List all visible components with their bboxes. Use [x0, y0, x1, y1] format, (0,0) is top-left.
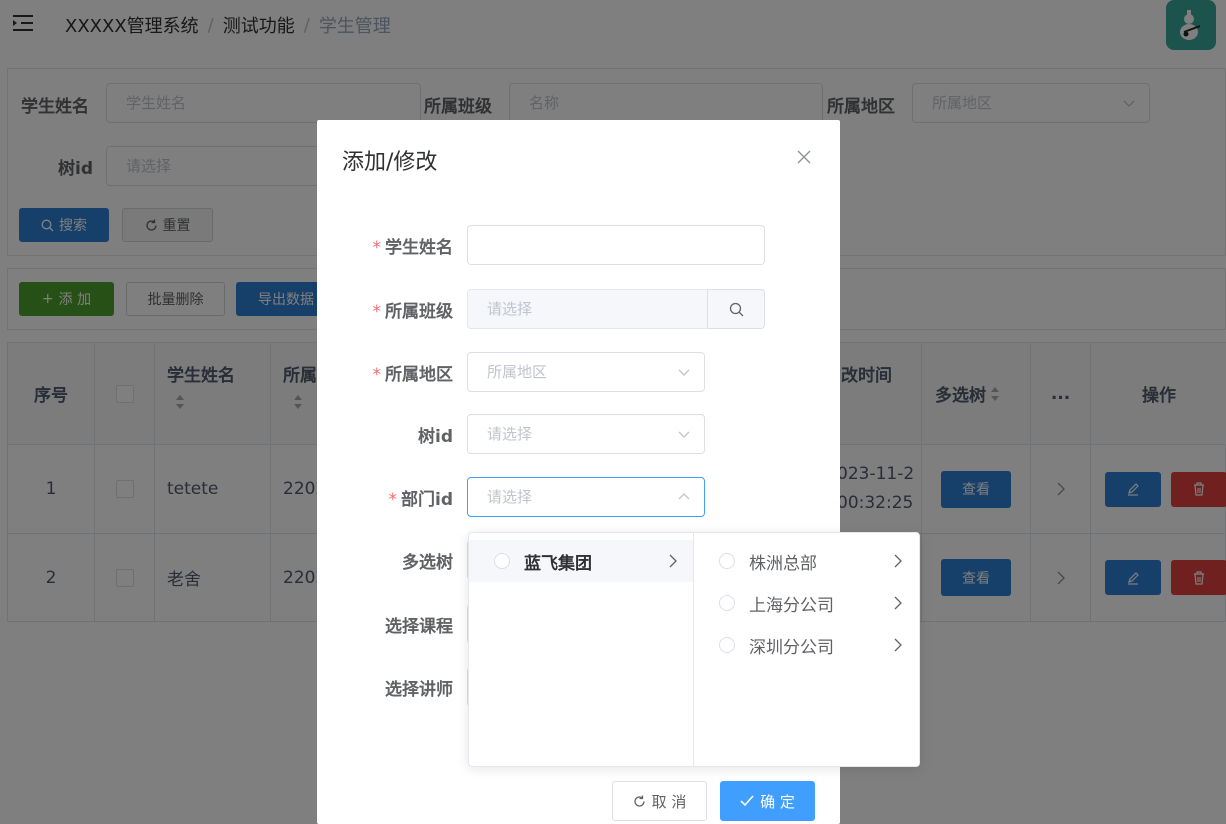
cascader-node-label: 深圳分公司 [749, 637, 834, 658]
cascader-node-zhuzhou-hq[interactable]: 株洲总部 [694, 540, 919, 582]
cascader-radio[interactable] [719, 553, 735, 569]
student-name-field-label: * 学生姓名 [317, 233, 454, 258]
cascader-radio[interactable] [719, 637, 735, 653]
cancel-button-label: 取 消 [651, 792, 687, 811]
region-field-label: * 所属地区 [317, 360, 454, 385]
chevron-right-icon [894, 554, 902, 568]
search-icon [729, 302, 743, 316]
course-field-label: 选择课程 [385, 617, 453, 637]
class-field-text: 所属班级 [385, 302, 453, 322]
chevron-down-icon [678, 431, 690, 438]
tree-id-field-label: 树id [418, 427, 453, 447]
cascader-node-label: 蓝飞集团 [524, 553, 592, 574]
student-name-field-text: 学生姓名 [385, 238, 453, 258]
tree-id-field-select[interactable]: 请选择 [467, 414, 705, 454]
confirm-button[interactable]: 确 定 [720, 781, 815, 821]
cascader-radio[interactable] [719, 595, 735, 611]
confirm-button-label: 确 定 [760, 792, 795, 811]
dialog-title: 添加/修改 [342, 150, 438, 175]
chevron-right-icon [894, 596, 902, 610]
cascader-node-shenzhen-branch[interactable]: 深圳分公司 [694, 624, 919, 666]
dept-cascader-panel: 蓝飞集团 株洲总部 上海分公司 深圳分公司 [468, 532, 920, 767]
required-mark: * [388, 490, 398, 510]
cancel-button[interactable]: 取 消 [612, 781, 707, 821]
cascader-node-shanghai-branch[interactable]: 上海分公司 [694, 582, 919, 624]
tree-id-field-placeholder: 请选择 [487, 425, 533, 443]
cascader-menu-level-1: 蓝飞集团 [469, 533, 694, 766]
dept-id-field-text: 部门id [401, 490, 453, 510]
class-field-label: * 所属班级 [317, 297, 454, 322]
chevron-down-icon [678, 369, 690, 376]
cascader-radio[interactable] [494, 553, 510, 569]
dept-id-field-label: * 部门id [317, 485, 454, 510]
dept-id-placeholder: 请选择 [487, 488, 533, 506]
cascader-node-label: 上海分公司 [749, 595, 834, 616]
close-icon[interactable] [796, 149, 812, 165]
region-field-placeholder: 所属地区 [487, 363, 548, 381]
chevron-up-icon [678, 493, 690, 500]
chevron-right-icon [669, 554, 677, 568]
required-mark: * [372, 302, 382, 322]
region-field-select[interactable]: 所属地区 [467, 352, 705, 392]
refresh-icon [633, 795, 645, 807]
student-name-input[interactable] [467, 225, 765, 265]
cascader-node-label: 株洲总部 [749, 553, 817, 574]
dept-id-cascader[interactable]: 请选择 [467, 477, 705, 517]
check-icon [740, 795, 754, 807]
class-picker-input[interactable]: 请选择 [467, 289, 708, 329]
cascader-node-lanfei-group[interactable]: 蓝飞集团 [469, 540, 693, 582]
region-field-text: 所属地区 [385, 365, 453, 385]
class-search-button[interactable] [707, 289, 765, 329]
multi-tree-field-label: 多选树 [402, 553, 453, 573]
chevron-right-icon [894, 638, 902, 652]
cascader-menu-level-2: 株洲总部 上海分公司 深圳分公司 [694, 533, 919, 766]
required-mark: * [372, 365, 382, 385]
required-mark: * [372, 238, 382, 258]
teacher-field-label: 选择讲师 [385, 680, 453, 700]
